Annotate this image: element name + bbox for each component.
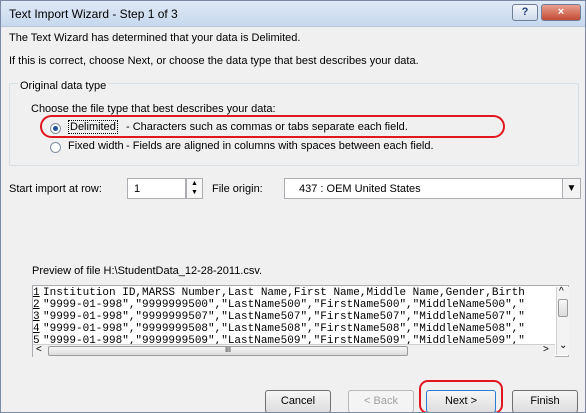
row-text: "9999-01-998","9999999508","LastName508"… (43, 323, 525, 335)
intro-text-1: The Text Wizard has determined that your… (9, 32, 301, 44)
start-row-value: 1 (134, 183, 141, 195)
scroll-left-icon[interactable]: < (36, 344, 42, 355)
scroll-right-icon[interactable]: > (543, 344, 549, 355)
horizontal-scroll-thumb[interactable]: III (48, 346, 408, 356)
file-origin-value: 437 : OEM United States (299, 183, 421, 195)
close-button[interactable]: × (541, 4, 581, 21)
start-row-label: Start import at row: (9, 183, 102, 195)
intro-text-2: If this is correct, choose Next, or choo… (9, 55, 419, 67)
fixed-width-description: - Fields are aligned in columns with spa… (126, 140, 434, 152)
text-import-wizard-window: Text Import Wizard - Step 1 of 3 ? × The… (0, 0, 586, 413)
close-icon: × (557, 6, 565, 18)
preview-label: Preview of file H:\StudentData_12-28-201… (32, 265, 263, 277)
vertical-scrollbar[interactable]: ^ ⌄ (556, 286, 569, 355)
stepper-down-icon[interactable]: ▼ (187, 188, 202, 197)
help-button[interactable]: ? (512, 4, 538, 21)
chevron-down-icon[interactable]: ▼ (562, 179, 580, 198)
file-origin-label: File origin: (212, 183, 263, 195)
cancel-button[interactable]: Cancel (265, 390, 331, 412)
start-row-stepper[interactable]: ▲ ▼ (186, 178, 203, 199)
finish-button[interactable]: Finish (512, 390, 578, 412)
start-row-input[interactable]: 1 (127, 178, 186, 199)
file-origin-select[interactable]: 437 : OEM United States ▼ (284, 178, 581, 199)
row-text: Institution ID,MARSS Number,Last Name,Fi… (43, 287, 525, 299)
scroll-up-icon[interactable]: ^ (559, 286, 564, 297)
file-type-prompt: Choose the file type that best describes… (31, 103, 276, 115)
row-number: 3 (33, 311, 40, 323)
vertical-scroll-thumb[interactable] (558, 299, 568, 317)
delimited-highlight-oval (40, 115, 505, 138)
back-button[interactable]: < Back (348, 390, 414, 412)
row-text: "9999-01-998","9999999507","LastName507"… (43, 311, 525, 323)
stepper-up-icon[interactable]: ▲ (187, 179, 202, 188)
row-text: "9999-01-998","9999999500","LastName500"… (43, 299, 525, 311)
row-number: 2 (33, 299, 40, 311)
group-title: Original data type (18, 80, 109, 92)
window-title: Text Import Wizard - Step 1 of 3 (9, 7, 178, 21)
fixed-width-label[interactable]: Fixed width (68, 140, 124, 152)
title-bar: Text Import Wizard - Step 1 of 3 ? × (1, 1, 585, 27)
row-number: 4 (33, 323, 40, 335)
fixed-width-radio[interactable] (50, 142, 61, 153)
help-icon: ? (521, 6, 529, 18)
next-highlight-oval (419, 380, 503, 412)
scroll-down-icon[interactable]: ⌄ (559, 340, 567, 351)
horizontal-scrollbar[interactable]: < III > (33, 344, 555, 357)
row-number: 1 (33, 287, 40, 299)
